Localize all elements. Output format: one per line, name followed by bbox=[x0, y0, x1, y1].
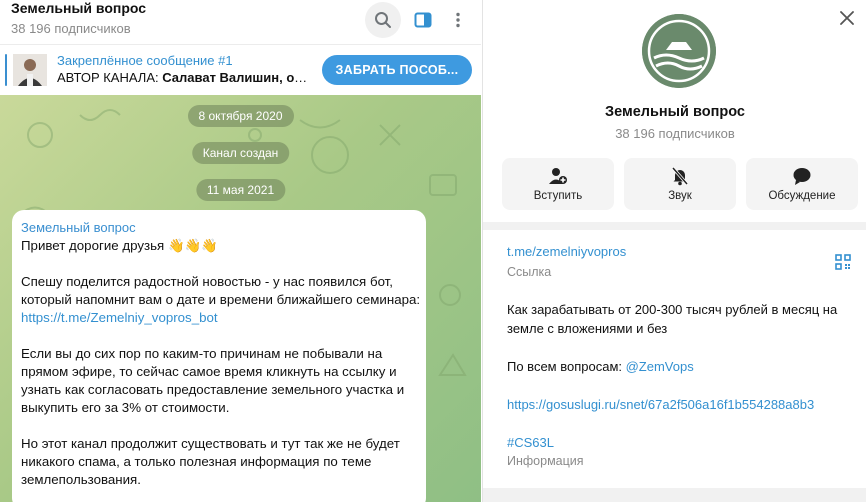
pinned-indicator bbox=[5, 54, 7, 86]
pinned-text-prefix: АВТОР КАНАЛА: bbox=[57, 70, 159, 85]
sound-label: Звук bbox=[668, 190, 692, 202]
chat-column: Земельный вопрос 38 196 подписчиков Закр… bbox=[0, 0, 481, 502]
discussion-label: Обсуждение bbox=[768, 190, 836, 202]
message-greeting: Привет дорогие друзья bbox=[21, 238, 165, 253]
chat-bubble-icon bbox=[746, 166, 858, 186]
panel-channel-subscribers: 38 196 подписчиков bbox=[615, 126, 735, 141]
message-bubble[interactable]: Земельный вопрос Привет дорогие друзья 👋… bbox=[12, 210, 426, 502]
panel-channel-title: Земельный вопрос bbox=[605, 104, 745, 120]
discussion-button[interactable]: Обсуждение bbox=[746, 158, 858, 210]
description-contact-text: По всем вопросам: bbox=[507, 359, 626, 374]
add-user-icon bbox=[502, 166, 614, 186]
qr-code-icon[interactable] bbox=[835, 254, 851, 270]
gosuslugi-link[interactable]: https://gosuslugi.ru/snet/67a2f506a16f1b… bbox=[507, 397, 814, 412]
channel-subscribers: 38 196 подписчиков bbox=[11, 21, 131, 36]
channel-info-panel: Земельный вопрос 38 196 подписчиков Всту… bbox=[482, 0, 866, 502]
message-paragraph: Но этот канал продолжит существовать и т… bbox=[21, 436, 400, 487]
chat-background: 8 октября 2020 Канал создан 11 мая 2021 … bbox=[0, 95, 481, 502]
link-label: Ссылка bbox=[507, 265, 552, 279]
pinned-text: АВТОР КАНАЛА: Салават Валишин, ос... bbox=[57, 70, 312, 85]
date-separator: 11 мая 2021 bbox=[195, 179, 286, 201]
close-icon[interactable] bbox=[835, 6, 859, 30]
wave-emoji-icon: 👋👋👋 bbox=[167, 238, 218, 253]
info-label: Информация bbox=[507, 454, 584, 468]
pinned-text-rest: Салават Валишин, ос... bbox=[158, 70, 312, 85]
search-icon[interactable] bbox=[365, 2, 401, 38]
bell-muted-icon bbox=[624, 166, 736, 186]
join-label: Вступить bbox=[533, 190, 583, 202]
channel-avatar[interactable] bbox=[642, 14, 716, 88]
chat-header[interactable]: Земельный вопрос 38 196 подписчиков bbox=[0, 0, 481, 44]
pinned-thumbnail bbox=[13, 54, 47, 86]
pinned-message-bar[interactable]: Закреплённое сообщение #1 АВТОР КАНАЛА: … bbox=[0, 44, 481, 96]
channel-description: Как зарабатывать от 200-300 тысяч рублей… bbox=[507, 300, 847, 471]
message-paragraph: Если вы до сих пор по каким-то причинам … bbox=[21, 346, 405, 415]
channel-created-label: Канал создан bbox=[191, 142, 290, 164]
channel-link[interactable]: t.me/zemelniyvopros bbox=[507, 244, 626, 259]
bot-link[interactable]: https://t.me/Zemelniy_vopros_bot bbox=[21, 310, 218, 325]
message-paragraph: Спешу поделится радостной новостью - у н… bbox=[21, 274, 421, 307]
hashtag-link[interactable]: #CS63L bbox=[507, 435, 554, 450]
description-text: Как зарабатывать от 200-300 тысяч рублей… bbox=[507, 302, 838, 336]
pinned-title: Закреплённое сообщение #1 bbox=[57, 53, 233, 68]
message-text: Привет дорогие друзья 👋👋👋 Спешу поделитс… bbox=[21, 237, 421, 502]
sidebar-toggle-icon[interactable] bbox=[405, 2, 441, 38]
join-button[interactable]: Вступить bbox=[502, 158, 614, 210]
channel-profile: Земельный вопрос 38 196 подписчиков Всту… bbox=[483, 0, 866, 222]
channel-title[interactable]: Земельный вопрос bbox=[11, 0, 146, 16]
sound-button[interactable]: Звук bbox=[624, 158, 736, 210]
more-menu-icon[interactable] bbox=[440, 2, 476, 38]
claim-guide-button[interactable]: ЗАБРАТЬ ПОСОБ... bbox=[322, 55, 472, 85]
channel-info-section: t.me/zemelniyvopros Ссылка Как зарабатыв… bbox=[483, 230, 866, 488]
contact-link[interactable]: @ZemVops bbox=[626, 359, 694, 374]
message-sender[interactable]: Земельный вопрос bbox=[21, 220, 136, 235]
date-separator: 8 октября 2020 bbox=[187, 105, 294, 127]
